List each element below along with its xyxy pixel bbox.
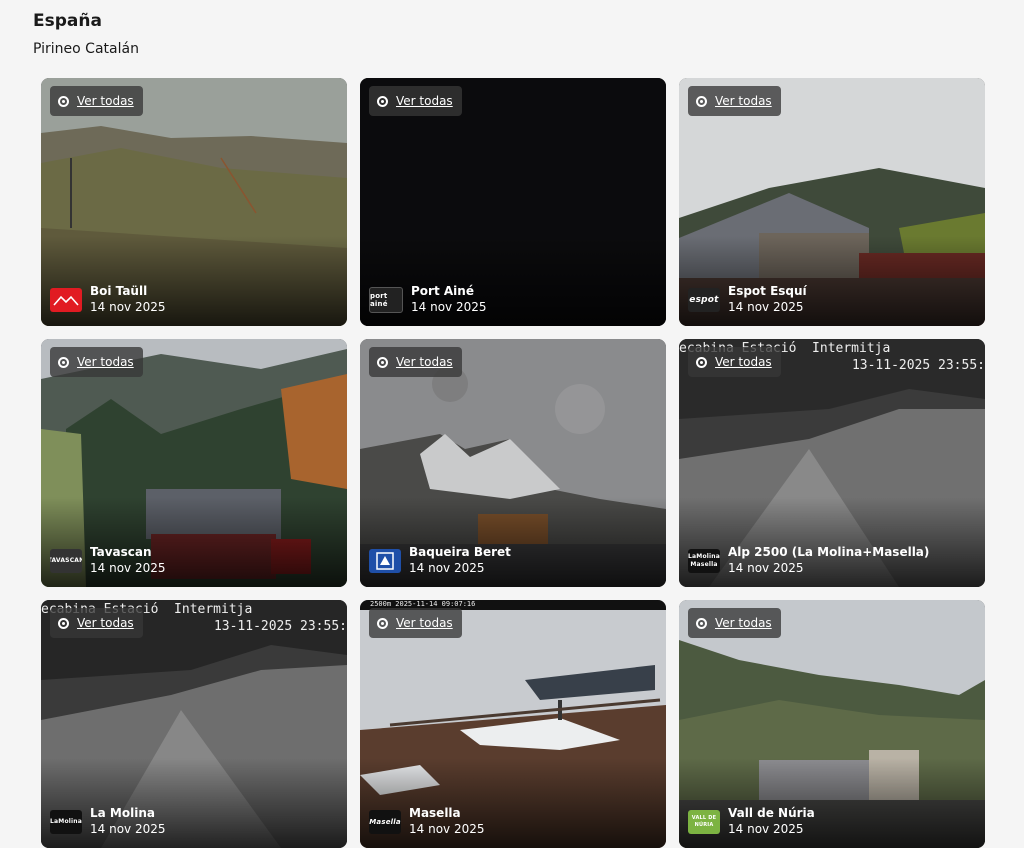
capture-date: 14 nov 2025 <box>728 822 804 836</box>
card-info: Boi Taüll 14 nov 2025 <box>50 283 166 316</box>
view-all-label: Ver todas <box>715 355 772 369</box>
card-info: VALL DE NÚRIA Vall de Núria 14 nov 2025 <box>688 805 815 838</box>
webcam-icon <box>377 617 388 629</box>
card-info: LaMolina Masella Alp 2500 (La Molina+Mas… <box>688 544 929 577</box>
card-info: espot Espot Esquí 14 nov 2025 <box>688 283 807 316</box>
resort-logo: Masella <box>369 809 401 834</box>
resort-name: Espot Esquí <box>728 284 807 298</box>
webcam-icon <box>696 617 707 629</box>
card-info: port ainé Port Ainé 14 nov 2025 <box>369 283 487 316</box>
capture-date: 14 nov 2025 <box>728 300 804 314</box>
resort-logo: LaMolina Masella <box>688 548 720 573</box>
country-heading: España <box>33 11 102 31</box>
baqueira-logo-icon <box>376 551 394 570</box>
view-all-label: Ver todas <box>715 616 772 630</box>
view-all-link[interactable]: Ver todas <box>50 347 143 377</box>
webcam-card-baqueira-beret[interactable]: Ver todas Baqueira Beret 14 nov 2025 <box>360 339 666 587</box>
view-all-label: Ver todas <box>715 94 772 108</box>
webcam-card-tavascan[interactable]: Ver todas TAVASCAN Tavascan 14 nov 2025 <box>41 339 347 587</box>
webcam-icon <box>696 356 707 368</box>
webcam-card-espot-esqui[interactable]: Ver todas espot Espot Esquí 14 nov 2025 <box>679 78 985 326</box>
capture-date: 14 nov 2025 <box>409 822 485 836</box>
resort-name: Boi Taüll <box>90 284 148 298</box>
view-all-link[interactable]: Ver todas <box>688 347 781 377</box>
resort-logo <box>369 548 401 573</box>
webcam-card-masella[interactable]: 2500m 2025-11-14 09:07:16 Ver todas Mase… <box>360 600 666 848</box>
region-heading: Pirineo Catalán <box>33 41 139 57</box>
resort-name: Vall de Núria <box>728 806 815 820</box>
view-all-label: Ver todas <box>77 94 134 108</box>
view-all-link[interactable]: Ver todas <box>688 608 781 638</box>
capture-date: 14 nov 2025 <box>90 822 166 836</box>
capture-date: 14 nov 2025 <box>90 300 166 314</box>
view-all-label: Ver todas <box>77 355 134 369</box>
view-all-link[interactable]: Ver todas <box>369 347 462 377</box>
webcam-icon <box>58 95 69 107</box>
capture-date: 14 nov 2025 <box>90 561 166 575</box>
webcam-card-alp-2500[interactable]: ecabina Estació Intermitja 13-11-2025 23… <box>679 339 985 587</box>
capture-date: 14 nov 2025 <box>409 561 485 575</box>
resort-logo: port ainé <box>369 286 403 313</box>
capture-date: 14 nov 2025 <box>728 561 804 575</box>
resort-logo: VALL DE NÚRIA <box>688 809 720 834</box>
webcam-icon <box>377 95 388 107</box>
webcam-icon <box>377 356 388 368</box>
card-info: TAVASCAN Tavascan 14 nov 2025 <box>50 544 166 577</box>
resort-name: Masella <box>409 806 461 820</box>
card-info: Masella Masella 14 nov 2025 <box>369 805 485 838</box>
view-all-link[interactable]: Ver todas <box>50 608 143 638</box>
view-all-label: Ver todas <box>396 355 453 369</box>
view-all-label: Ver todas <box>396 616 453 630</box>
webcam-icon <box>58 617 69 629</box>
resort-name: Port Ainé <box>411 284 474 298</box>
card-info: LaMolina La Molina 14 nov 2025 <box>50 805 166 838</box>
view-all-label: Ver todas <box>396 94 453 108</box>
resort-name: Alp 2500 (La Molina+Masella) <box>728 545 930 559</box>
webcam-card-vall-de-nuria[interactable]: Ver todas VALL DE NÚRIA Vall de Núria 14… <box>679 600 985 848</box>
mountain-logo-icon <box>53 295 79 306</box>
resort-name: La Molina <box>90 806 155 820</box>
resort-logo: TAVASCAN <box>50 548 82 573</box>
resort-logo: LaMolina <box>50 809 82 834</box>
card-info: Baqueira Beret 14 nov 2025 <box>369 544 511 577</box>
capture-date: 14 nov 2025 <box>411 300 487 314</box>
view-all-link[interactable]: Ver todas <box>369 608 462 638</box>
view-all-label: Ver todas <box>77 616 134 630</box>
webcam-icon <box>58 356 69 368</box>
resort-logo: espot <box>688 287 720 312</box>
resort-name: Baqueira Beret <box>409 545 511 559</box>
webcam-grid: Ver todas Boi Taüll 14 nov 2025 Ver toda… <box>41 78 985 848</box>
webcam-card-la-molina[interactable]: ecabina Estació Intermitja 13-11-2025 23… <box>41 600 347 848</box>
resort-logo <box>50 287 82 312</box>
view-all-link[interactable]: Ver todas <box>369 86 462 116</box>
webcam-card-boi-taull[interactable]: Ver todas Boi Taüll 14 nov 2025 <box>41 78 347 326</box>
view-all-link[interactable]: Ver todas <box>50 86 143 116</box>
webcam-icon <box>696 95 707 107</box>
webcam-card-port-aine[interactable]: Ver todas port ainé Port Ainé 14 nov 202… <box>360 78 666 326</box>
resort-name: Tavascan <box>90 545 152 559</box>
view-all-link[interactable]: Ver todas <box>688 86 781 116</box>
